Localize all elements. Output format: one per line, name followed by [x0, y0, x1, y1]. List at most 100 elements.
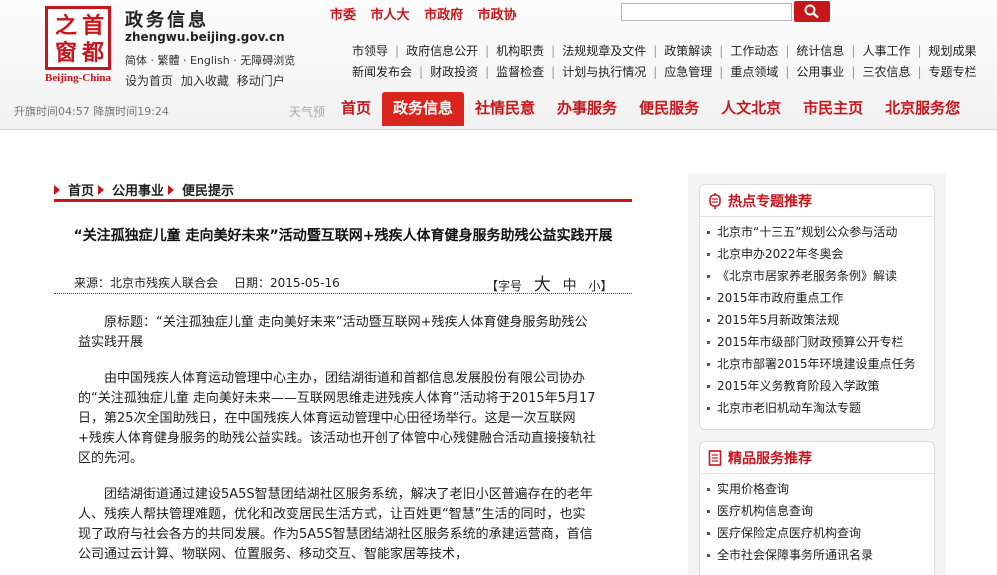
list-item[interactable]: 2015年市级部门财政预算公开专栏 — [707, 331, 934, 353]
menu-item[interactable]: 工作动态 — [723, 42, 785, 59]
main-nav-item[interactable]: 办事服务 — [546, 92, 628, 126]
site-title: 政务信息 — [125, 10, 209, 31]
font-size-label: 【字号 — [486, 279, 523, 293]
list-item[interactable]: 2015年义务教育阶段入学政策 — [707, 375, 934, 397]
menu-item[interactable]: 三农信息 — [855, 63, 917, 80]
main-nav-item[interactable]: 北京服务您 — [874, 92, 971, 126]
lantern-icon — [709, 192, 721, 209]
breadcrumb-tips[interactable]: 便民提示 — [182, 180, 234, 199]
list-item[interactable]: 《北京市居家养老服务条例》解读 — [707, 265, 934, 287]
menu-item[interactable]: 应急管理 — [657, 63, 719, 80]
menu-item[interactable]: 市领导 — [345, 42, 395, 59]
main-nav-item[interactable]: 社情民意 — [464, 92, 546, 126]
menu-item[interactable]: 政策解读 — [657, 42, 719, 59]
menu-item[interactable]: 规划成果 — [922, 42, 984, 59]
logo-char: 之 — [54, 13, 77, 39]
font-small-button[interactable]: 小】 — [589, 279, 613, 293]
list-item[interactable]: 2015年市政府重点工作 — [707, 287, 934, 309]
list-item[interactable]: 全市社会保障事务所通讯名录 — [707, 544, 934, 566]
bullet-icon — [707, 363, 710, 366]
bullet-icon — [707, 488, 710, 491]
menu-item[interactable]: 监督检查 — [489, 63, 551, 80]
main-nav-item[interactable]: 政务信息 — [382, 92, 465, 126]
list-item[interactable]: 北京市部署2015年环境建设重点任务 — [707, 353, 934, 375]
bullet-icon — [707, 341, 710, 344]
menu-item[interactable]: 政府信息公开 — [399, 42, 485, 59]
site-logo[interactable]: 之 首 窗 都 Beijing-China — [40, 6, 116, 86]
list-item[interactable]: 北京市老旧机动车淘汰专题 — [707, 397, 934, 419]
main-nav-item[interactable]: 便民服务 — [628, 92, 710, 126]
top-link-congress[interactable]: 市人大 — [371, 8, 410, 23]
main-nav: 首页 政务信息 社情民意 办事服务 便民服务 人文北京 市民主页 北京服务您 — [330, 92, 971, 126]
top-link-government[interactable]: 市政府 — [424, 8, 463, 23]
hot-topics-header: 热点专题推荐 — [700, 185, 934, 217]
bullet-icon — [707, 554, 710, 557]
site-domain: zhengwu.beijing.gov.cn — [125, 30, 285, 44]
menu-item[interactable]: 计划与执行情况 — [555, 63, 653, 80]
article-date: 日期：2015-05-16 — [234, 276, 340, 290]
bullet-icon — [707, 253, 710, 256]
article-source: 来源：北京市残疾人联合会 — [74, 276, 219, 290]
font-medium-button[interactable]: 中 — [563, 278, 577, 294]
top-link-cppcc[interactable]: 市政协 — [478, 8, 517, 23]
menu-item[interactable]: 专题专栏 — [922, 63, 984, 80]
set-homepage-link[interactable]: 设为首页 — [125, 74, 173, 88]
article-paragraph: 团结湖街道通过建设5A5S智慧团结湖社区服务系统，解决了老旧小区普遍存在的老年人… — [78, 487, 593, 562]
list-item-label: 《北京市居家养老服务条例》解读 — [717, 269, 898, 283]
list-item-label: 北京市老旧机动车淘汰专题 — [717, 401, 862, 415]
list-item-label: 2015年5月新政策法规 — [717, 313, 840, 327]
article-paragraph: 由中国残疾人体育运动管理中心主办，团结湖街道和首都信息发展股份有限公司协办的“关… — [78, 371, 596, 466]
weather: 天气预 — [289, 105, 326, 119]
menu-item[interactable]: 人事工作 — [855, 42, 917, 59]
list-item-label: 医疗机构信息查询 — [717, 504, 814, 518]
search-icon — [804, 4, 819, 19]
list-item-label: 2015年市级部门财政预算公开专栏 — [717, 335, 904, 349]
article-body: 原标题：“关注孤独症儿童 走向美好未来”活动暨互联网+残疾人体育健身服务助残公益… — [78, 313, 598, 575]
menu-item[interactable]: 统计信息 — [789, 42, 851, 59]
font-size-control: 【字号 大 中 小】 — [486, 270, 621, 295]
search-button[interactable] — [794, 1, 830, 22]
article-meta: 来源：北京市残疾人联合会 日期：2015-05-16 【字号 大 中 小】 — [54, 270, 632, 295]
menu-item[interactable]: 重点领域 — [723, 63, 785, 80]
list-item-label: 北京市“十三五”规划公众参与活动 — [717, 225, 898, 239]
arrow-icon — [98, 184, 105, 195]
main-nav-item[interactable]: 市民主页 — [792, 92, 874, 126]
language-links[interactable]: 简体 · 繁體 · English · 无障碍浏览 — [125, 52, 295, 68]
breadcrumb-public-utility[interactable]: 公用事业 — [112, 180, 164, 199]
menu-item[interactable]: 财政投资 — [423, 63, 485, 80]
category-menu: 市领导 | 政府信息公开 | 机构职责 | 法规规章及文件 | 政策解读 | 工作动态 | 统计信息 | 人… — [345, 40, 985, 82]
list-item[interactable]: 北京市“十三五”规划公众参与活动 — [707, 221, 934, 243]
logo-seal: 之 首 窗 都 — [45, 6, 111, 70]
list-item[interactable]: 2015年5月新政策法规 — [707, 309, 934, 331]
list-item-label: 医疗保险定点医疗机构查询 — [717, 526, 862, 540]
add-favorite-link[interactable]: 加入收藏 — [181, 74, 229, 88]
font-large-button[interactable]: 大 — [534, 275, 551, 295]
list-item-label: 北京申办2022年冬奥会 — [717, 247, 844, 261]
logo-char: 窗 — [54, 40, 77, 66]
list-item[interactable]: 医疗机构信息查询 — [707, 500, 934, 522]
list-item[interactable]: 医疗保险定点医疗机构查询 — [707, 522, 934, 544]
flag-time: 升旗时间04:57 降旗时间19:24 — [14, 105, 169, 118]
mobile-portal-link[interactable]: 移动门户 — [237, 74, 285, 88]
menu-item[interactable]: 公用事业 — [789, 63, 851, 80]
top-link-party[interactable]: 市委 — [330, 8, 356, 23]
menu-item[interactable]: 法规规章及文件 — [555, 42, 653, 59]
arrow-icon — [168, 184, 175, 195]
logo-english: Beijing-China — [44, 72, 111, 84]
breadcrumb-home[interactable]: 首页 — [68, 180, 94, 199]
bullet-icon — [707, 407, 710, 410]
services-list: 实用价格查询医疗机构信息查询医疗保险定点医疗机构查询全市社会保障事务所通讯名录 — [700, 474, 934, 566]
search-input[interactable] — [621, 3, 792, 21]
menu-item[interactable]: 机构职责 — [489, 42, 551, 59]
bullet-icon — [707, 297, 710, 300]
bullet-icon — [707, 385, 710, 388]
bullet-icon — [707, 275, 710, 278]
main-nav-item[interactable]: 首页 — [330, 92, 382, 126]
bullet-icon — [707, 532, 710, 535]
menu-item[interactable]: 新闻发布会 — [345, 63, 419, 80]
arrow-icon — [54, 184, 60, 195]
list-item[interactable]: 北京申办2022年冬奥会 — [707, 243, 934, 265]
list-item[interactable]: 实用价格查询 — [707, 478, 934, 500]
main-nav-item[interactable]: 人文北京 — [710, 92, 792, 126]
breadcrumb: 首页 公用事业 便民提示 — [54, 180, 632, 202]
